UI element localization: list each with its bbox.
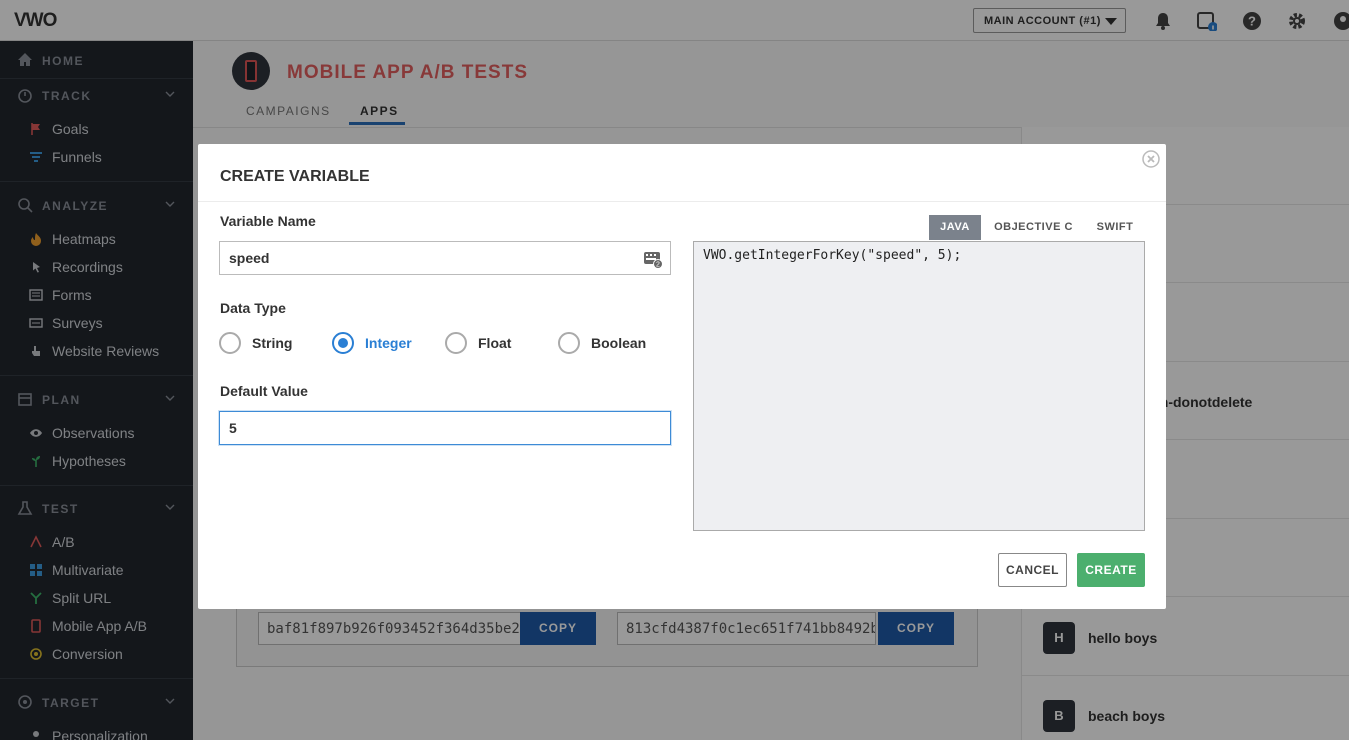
radio-circle — [558, 332, 580, 354]
code-snippet[interactable]: VWO.getIntegerForKey("speed", 5); — [693, 241, 1145, 531]
tab-objective-c[interactable]: OBJECTIVE C — [990, 215, 1077, 240]
radio-label: Boolean — [591, 335, 647, 351]
close-icon[interactable] — [1142, 150, 1160, 168]
radio-circle — [445, 332, 467, 354]
default-value-input[interactable] — [219, 411, 671, 445]
radio-circle — [219, 332, 241, 354]
radio-label: String — [252, 335, 293, 351]
variable-name-input[interactable] — [219, 241, 671, 275]
radio-circle — [332, 332, 354, 354]
create-button[interactable]: CREATE — [1077, 553, 1145, 587]
tab-swift[interactable]: SWIFT — [1087, 215, 1143, 240]
cancel-button[interactable]: CANCEL — [998, 553, 1067, 587]
default-value-label: Default Value — [220, 383, 308, 399]
variable-name-label: Variable Name — [220, 213, 316, 229]
tab-java[interactable]: JAVA — [929, 215, 981, 240]
radio-label: Float — [478, 335, 512, 351]
radio-label: Integer — [365, 335, 412, 351]
data-type-label: Data Type — [220, 300, 286, 316]
create-variable-modal: CREATE VARIABLE Variable Name 2 Data Typ… — [198, 144, 1166, 609]
modal-title: CREATE VARIABLE — [220, 168, 370, 185]
keyboard-icon[interactable]: 2 — [643, 249, 663, 269]
svg-text:2: 2 — [656, 262, 660, 269]
